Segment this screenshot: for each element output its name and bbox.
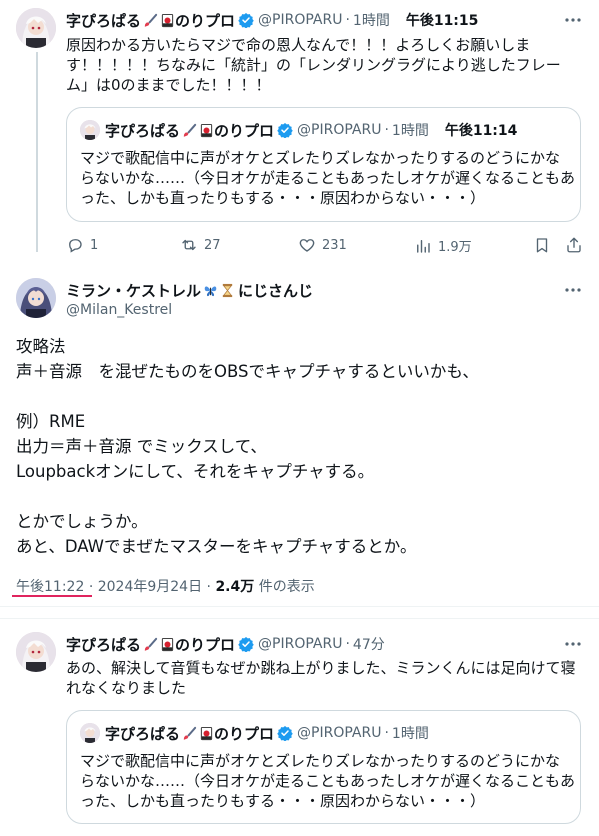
views-button[interactable]: 1.9万 [414,236,472,255]
hanafuda-icon [160,13,175,28]
handle: @PIROPARU [297,725,382,741]
display-name: 字ぴろぱる [105,121,181,140]
handle[interactable]: @PIROPARU [258,12,342,28]
views-count: 1.9万 [438,240,472,255]
verified-badge-icon [238,636,254,652]
more-options-icon[interactable] [563,634,583,654]
like-count: 231 [322,237,347,253]
reply-count: 1 [90,237,99,253]
handle: @PIROPARU [297,122,382,138]
tweet1-header: 字ぴろぱる のりプロ @PIROPARU · 1時間 午後11:15 [66,10,479,31]
handle[interactable]: @PIROPARU [258,636,342,652]
display-name[interactable]: ミラン・ケストレル [66,280,201,301]
tweet-date[interactable]: 2024年9月24日 [98,579,202,595]
timestamp: 午後11:15 [405,13,479,29]
quote-text: マジで歌配信中に声がオケとズレたりズレなかったりするのどうにかな らないかな……… [80,752,576,810]
more-options-icon[interactable] [563,10,583,30]
avatar[interactable] [16,632,56,672]
paintbrush-icon [143,637,158,652]
verified-badge-icon [277,122,293,138]
views-label: 件の表示 [258,579,315,595]
divider [0,606,599,607]
paintbrush-icon [143,13,158,28]
display-name: 字ぴろぱる [105,724,181,743]
tweet-text: あの、解決して音質もなぜか跳ね上がりました、ミランくんには足向けて寝 れなくなり… [66,659,576,697]
tweet-text: 原因わかる方いたらマジで命の恩人なんで！！！よろしくお願いしま す！！！！！ちな… [66,36,561,94]
paintbrush-icon [182,123,197,138]
thread-line [36,52,38,252]
avatar[interactable] [16,8,56,48]
tweet2-header: ミラン・ケストレル にじさんじ [66,280,313,300]
quote-text: マジで歌配信中に声がオケとズレたりズレなかったりするのどうにかな らないかな……… [80,149,576,207]
like-button[interactable]: 231 [298,236,347,254]
relative-time[interactable]: 1時間 [353,10,390,30]
handle[interactable]: @Milan_Kestrel [66,302,172,318]
name-suffix[interactable]: のりプロ [175,634,235,655]
hanafuda-icon [199,726,214,741]
tweet3-header: 字ぴろぱる のりプロ @PIROPARU · 47分 [66,634,385,655]
verified-badge-icon [277,725,293,741]
quote-header: 字ぴろぱる のりプロ @PIROPARU · 1時間 [105,724,429,743]
retweet-count: 27 [204,237,221,253]
name-suffix[interactable]: のりプロ [175,10,235,31]
paintbrush-icon [182,726,197,741]
views-count: 2.4万 [215,579,255,595]
verified-badge-icon [238,12,254,28]
avatar [80,120,100,140]
name-suffix: のりプロ [214,121,275,140]
tweet-text: 攻略法 声＋音源 を混ぜたものをOBSでキャプチャするといいかも、 例）RME … [16,337,479,556]
timestamp: 午後11:14 [444,123,518,139]
share-button[interactable] [565,236,583,254]
name-suffix: のりプロ [214,724,275,743]
bookmark-button[interactable] [533,236,551,254]
divider [0,618,599,619]
avatar [80,723,100,743]
relative-time: 1時間 [391,726,429,742]
hanafuda-icon [160,637,175,652]
butterfly-icon [203,283,218,298]
display-name[interactable]: 字ぴろぱる [66,634,141,655]
highlight-underline [12,595,92,597]
retweet-button[interactable]: 27 [180,236,221,254]
tweet2-handle-row: @Milan_Kestrel [66,300,172,320]
hanafuda-icon [199,123,214,138]
more-options-icon[interactable] [563,280,583,300]
hourglass-icon [220,283,235,298]
avatar[interactable] [16,278,56,318]
display-name[interactable]: 字ぴろぱる [66,10,141,31]
relative-time: 1時間 [391,123,429,139]
tweet-meta: 午後11:22 · 2024年9月24日 · 2.4万 件の表示 [16,579,315,595]
timestamp-link[interactable]: 午後11:22 [16,579,84,595]
quote-header: 字ぴろぱる のりプロ @PIROPARU · 1時間 午後11:14 [105,121,518,140]
relative-time[interactable]: 47分 [353,634,385,654]
reply-button[interactable]: 1 [66,236,98,254]
name-suffix[interactable]: にじさんじ [238,280,313,301]
